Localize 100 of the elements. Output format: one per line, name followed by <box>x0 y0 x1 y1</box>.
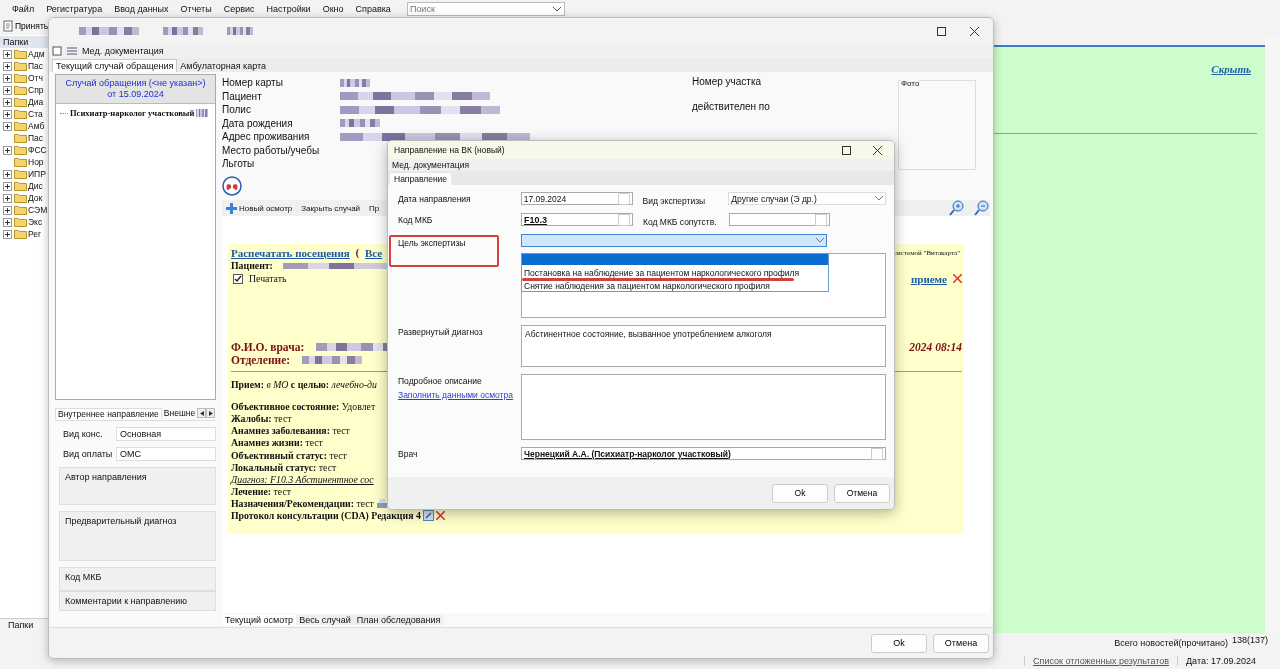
delete-icon[interactable] <box>435 511 445 521</box>
folder-item[interactable]: Амб <box>28 121 45 131</box>
dropdown-option[interactable]: Постановка на наблюдение за пациентом наркологического профиля <box>522 268 828 278</box>
expand-icon[interactable] <box>3 97 12 107</box>
expand-icon[interactable] <box>3 109 12 119</box>
dropdown-option[interactable]: Снятие наблюдения за пациентом наркологического профиля <box>522 281 828 291</box>
print-visits-link[interactable]: Распечатать посещения <box>231 246 350 259</box>
maximize-icon[interactable] <box>842 145 851 155</box>
group-label: Код МКБ <box>65 572 102 582</box>
expand-icon[interactable] <box>3 61 12 71</box>
menu-item[interactable]: Файл <box>6 3 41 14</box>
folder-item[interactable]: Экс <box>28 217 43 227</box>
menu-item[interactable]: Окно <box>316 3 350 14</box>
search-field[interactable]: Поиск <box>406 1 565 16</box>
menu-item[interactable]: Сервис <box>217 3 261 14</box>
diagnosis-field[interactable]: Абстинентное состояние, вызванное употреблением алкоголя <box>521 325 886 367</box>
secondary-icd-field[interactable] <box>729 213 830 226</box>
folder-icon <box>14 169 27 179</box>
expand-icon[interactable] <box>3 121 12 131</box>
folder-item[interactable]: СЭМ <box>28 205 48 215</box>
deferred-results-link[interactable]: Список отложенных результатов <box>1024 656 1178 666</box>
zoom-in-icon[interactable] <box>949 200 965 216</box>
reception-link[interactable]: приеме <box>910 272 947 285</box>
tab[interactable]: Направление <box>390 173 452 185</box>
maximize-icon[interactable] <box>937 26 946 36</box>
menu-item[interactable]: Ввод данных <box>108 3 175 14</box>
folder-icon <box>14 85 27 95</box>
toolbar-button[interactable]: Закрыть случай <box>301 203 361 213</box>
document-icon[interactable] <box>52 46 62 56</box>
folder-item[interactable]: Дис <box>28 181 43 191</box>
menu-item[interactable]: Регистратура <box>40 3 109 14</box>
ok-button[interactable]: Ok <box>871 633 927 653</box>
folder-item[interactable]: ИПР <box>28 169 46 179</box>
tab[interactable]: Внешне <box>161 408 198 418</box>
chevron-down-icon <box>816 238 824 243</box>
cancel-button[interactable]: Отмена <box>933 633 989 653</box>
folder-item[interactable]: Пас <box>28 133 44 143</box>
menu-item[interactable]: Настройки <box>260 3 317 14</box>
field-label: Место работы/учебы <box>222 144 321 156</box>
doctor-field[interactable]: Чернецкий А.А. (Психиатр-нарколог участковый) <box>521 447 886 460</box>
field-label: Вид экспертизы <box>641 195 707 206</box>
folder-item[interactable]: Рег <box>28 229 42 239</box>
folder-item[interactable]: Ста <box>28 109 43 119</box>
menu-item[interactable]: Справка <box>349 3 397 14</box>
folder-item[interactable]: Спр <box>28 85 44 95</box>
description-field[interactable] <box>521 374 886 440</box>
delete-icon[interactable] <box>953 274 962 283</box>
case-header[interactable]: Случай обращения (<не указан>) от 15.09.2024 <box>56 75 215 104</box>
expand-icon[interactable] <box>3 145 12 155</box>
cancel-button[interactable]: Отмена <box>834 483 890 503</box>
folder-item[interactable]: ФСС <box>28 145 47 155</box>
input-field[interactable]: ОМС <box>116 447 216 461</box>
expand-icon[interactable] <box>3 73 12 83</box>
checkbox[interactable] <box>233 273 243 284</box>
expand-icon[interactable] <box>3 217 12 227</box>
menu-item[interactable]: Мед. документация <box>82 46 164 56</box>
document-line: Анамнез жизни: тест <box>231 437 323 449</box>
input-field[interactable]: Основная <box>116 427 216 441</box>
accept-button[interactable]: Принять <box>2 20 50 32</box>
expand-icon[interactable] <box>3 49 12 59</box>
expand-icon[interactable] <box>3 193 12 203</box>
folder-item[interactable]: Пас <box>28 61 44 71</box>
tab[interactable]: Текущий случай обращения <box>52 59 178 72</box>
edit-icon[interactable] <box>422 510 434 522</box>
exam-type-dropdown[interactable]: Другие случаи (Э др.) <box>728 192 886 205</box>
close-icon[interactable] <box>970 26 979 36</box>
scroll-right-button[interactable] <box>206 408 216 418</box>
tab[interactable]: Внутреннее направление <box>55 407 162 419</box>
tab[interactable]: Амбулаторная карта <box>177 60 270 72</box>
folder-item[interactable]: Отч <box>28 73 43 83</box>
expand-icon[interactable] <box>3 169 12 179</box>
menu-item[interactable]: Мед. документация <box>392 160 470 170</box>
close-icon[interactable] <box>873 145 882 155</box>
folder-item[interactable]: Диа <box>28 97 44 107</box>
folder-item[interactable]: Нор <box>28 157 44 167</box>
tab[interactable]: Текущий осмотр <box>222 615 297 625</box>
expand-icon[interactable] <box>3 205 12 215</box>
expand-icon[interactable] <box>3 181 12 191</box>
toolbar-button[interactable]: Пр <box>369 203 380 213</box>
folder-item[interactable]: Адм <box>28 49 45 59</box>
document-line: Объективное состояние: Удовлет <box>231 400 376 412</box>
fill-from-exam-link[interactable]: Заполнить данными осмотра <box>398 390 521 400</box>
goal-dropdown[interactable] <box>521 234 827 247</box>
lungs-icon[interactable] <box>222 176 242 196</box>
icd-code-field[interactable]: F10.3 <box>521 213 633 226</box>
folders-tab[interactable]: Папки <box>0 618 48 633</box>
case-tree-item[interactable]: Психиатр-нарколог участковый <box>70 108 195 118</box>
printer-icon[interactable] <box>375 498 388 509</box>
zoom-out-icon[interactable] <box>974 200 990 216</box>
menu-item[interactable]: Отчеты <box>174 3 218 14</box>
all-link[interactable]: Все <box>365 246 383 259</box>
ok-button[interactable]: Ok <box>772 483 828 503</box>
date-field[interactable]: 17.09.2024 <box>520 192 633 205</box>
folder-item[interactable]: Док <box>28 193 43 203</box>
expand-icon[interactable] <box>3 85 12 95</box>
expand-icon[interactable] <box>3 229 12 239</box>
tab[interactable]: Весь случай <box>296 615 354 625</box>
hide-link[interactable]: Скрыть <box>1211 63 1251 75</box>
toolbar-button[interactable]: Новый осмотр <box>226 202 293 214</box>
tab[interactable]: План обследования <box>353 615 444 625</box>
